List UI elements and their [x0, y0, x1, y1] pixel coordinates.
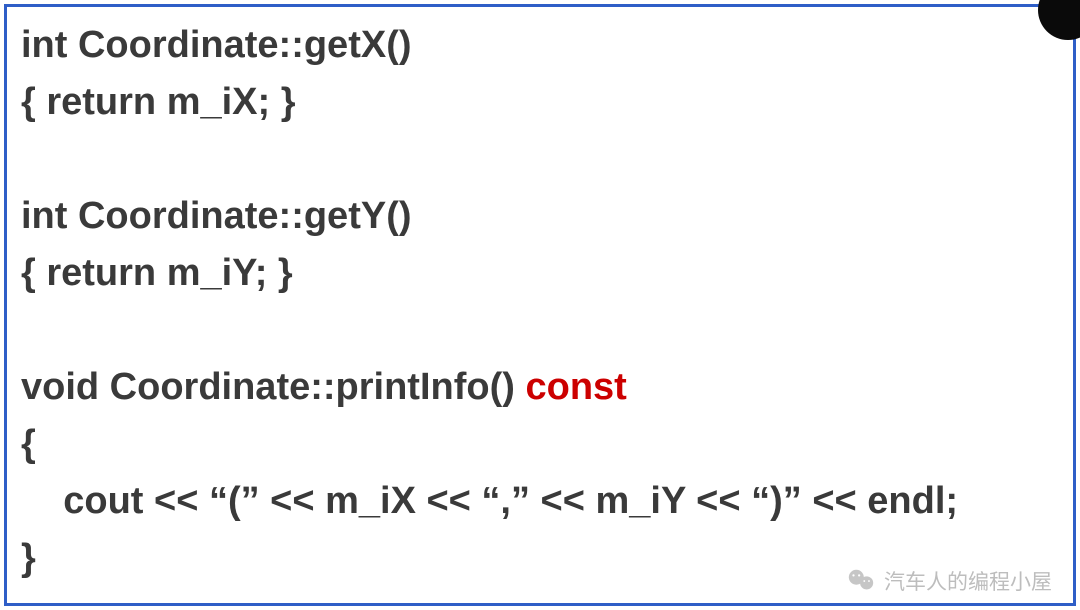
const-keyword: const	[525, 366, 626, 408]
code-line-7: cout << “(” << m_iX << “,” << m_iY << “)…	[21, 473, 1059, 530]
code-text: void Coordinate::printInfo()	[21, 366, 525, 408]
code-line-3: int Coordinate::getY()	[21, 188, 1059, 245]
wechat-icon	[846, 566, 876, 596]
code-container: int Coordinate::getX() { return m_iX; } …	[4, 4, 1076, 606]
code-line-6: {	[21, 416, 1059, 473]
watermark-text: 汽车人的编程小屋	[884, 566, 1052, 596]
blank-line	[21, 131, 1059, 188]
blank-line	[21, 302, 1059, 359]
code-line-5: void Coordinate::printInfo() const	[21, 359, 1059, 416]
code-line-4: { return m_iY; }	[21, 245, 1059, 302]
code-line-2: { return m_iX; }	[21, 74, 1059, 131]
code-line-1: int Coordinate::getX()	[21, 17, 1059, 74]
watermark: 汽车人的编程小屋	[846, 566, 1052, 596]
